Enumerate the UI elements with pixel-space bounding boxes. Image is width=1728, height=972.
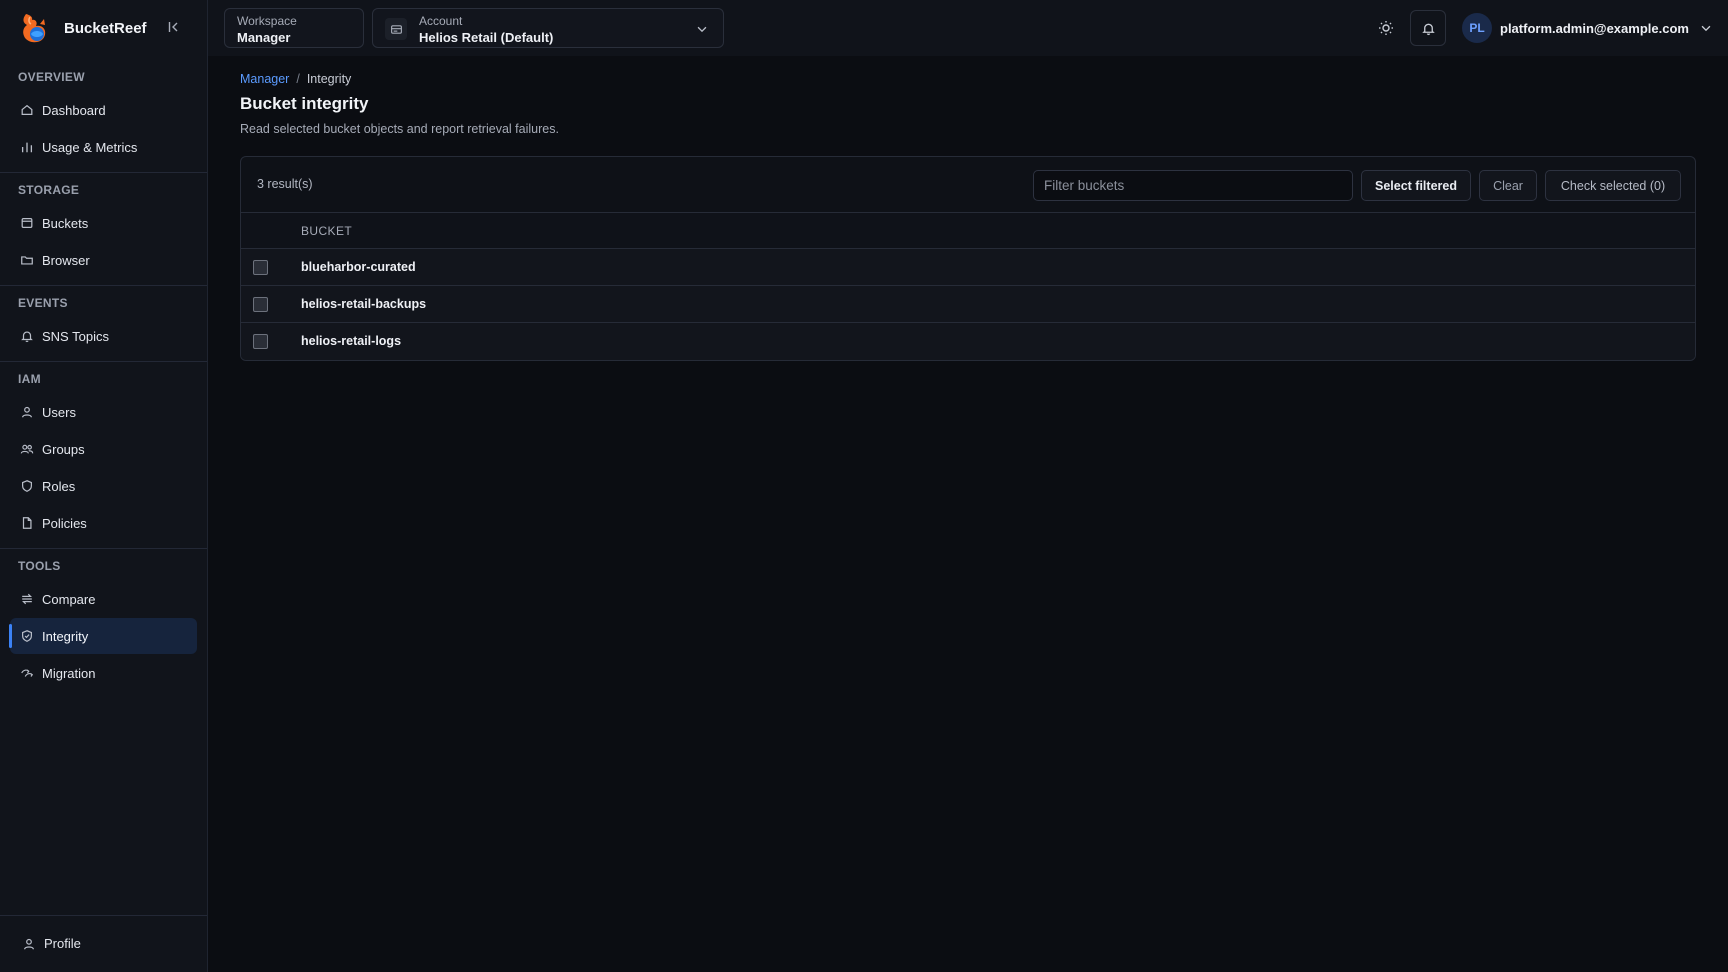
sidebar-item-buckets[interactable]: Buckets — [10, 205, 197, 241]
sun-icon[interactable] — [1376, 18, 1396, 38]
page-title: Bucket integrity — [240, 94, 369, 113]
compare-icon — [22, 593, 32, 605]
nav-section-overview: OVERVIEW Dashboard Usage & Metrics — [0, 60, 207, 172]
sidebar: BucketReef OVERVIEW Dashboard Usage & Me… — [0, 0, 208, 972]
account-icon — [385, 18, 407, 40]
user-icon — [22, 406, 32, 418]
avatar: PL — [1462, 13, 1492, 43]
collapse-sidebar-icon[interactable] — [166, 19, 182, 35]
column-header-bucket: BUCKET — [301, 224, 353, 238]
nav-section-tools: TOOLS Compare Integrity Migration — [0, 548, 207, 691]
user-icon — [24, 938, 34, 949]
bar-chart-icon — [21, 142, 33, 153]
sidebar-item-label: Users — [42, 404, 76, 420]
sidebar-item-groups[interactable]: Groups — [10, 431, 197, 467]
user-menu[interactable]: PL platform.admin@example.com — [1462, 12, 1713, 44]
row-checkbox[interactable] — [253, 297, 268, 312]
shield-check-icon — [22, 630, 32, 642]
sidebar-item-usage-metrics[interactable]: Usage & Metrics — [10, 129, 197, 165]
section-title: TOOLS — [18, 559, 61, 573]
nav-section-events: EVENTS SNS Topics — [0, 285, 207, 361]
bucketreef-logo-icon — [23, 14, 46, 43]
breadcrumb-current: Integrity — [306, 72, 352, 86]
select-filtered-button[interactable]: Select filtered — [1361, 170, 1471, 201]
sidebar-nav: OVERVIEW Dashboard Usage & Metrics STORA… — [0, 60, 207, 692]
sidebar-item-label: Buckets — [42, 215, 89, 231]
table-header: BUCKET — [241, 213, 1695, 249]
section-title: IAM — [18, 372, 41, 386]
table-row[interactable]: helios-retail-logs — [241, 323, 1695, 360]
bucket-name: helios-retail-logs — [301, 334, 402, 348]
brand[interactable]: BucketReef — [18, 10, 147, 46]
sidebar-item-dashboard[interactable]: Dashboard — [10, 92, 197, 128]
breadcrumb: Manager / Integrity — [240, 72, 351, 86]
table-row[interactable]: blueharbor-curated — [241, 249, 1695, 286]
workspace-select[interactable]: Workspace Manager — [224, 8, 364, 48]
sidebar-item-label: Integrity — [42, 628, 89, 644]
section-title: EVENTS — [18, 296, 68, 310]
shield-icon — [22, 480, 32, 492]
bell-icon — [1421, 23, 1435, 35]
breadcrumb-link-manager[interactable]: Manager — [240, 72, 289, 86]
sidebar-item-profile[interactable]: Profile — [20, 929, 83, 959]
row-checkbox[interactable] — [253, 334, 268, 349]
users-icon — [20, 444, 34, 454]
clear-button[interactable]: Clear — [1479, 170, 1537, 201]
row-checkbox[interactable] — [253, 260, 268, 275]
workspace-value: Manager — [237, 30, 291, 45]
result-count: 3 result(s) — [257, 177, 313, 191]
sidebar-item-users[interactable]: Users — [10, 394, 197, 430]
breadcrumb-separator: / — [296, 72, 300, 86]
account-value: Helios Retail (Default) — [419, 30, 554, 45]
section-title: STORAGE — [18, 183, 80, 197]
user-email: platform.admin@example.com — [1500, 20, 1689, 36]
sidebar-item-compare[interactable]: Compare — [10, 581, 197, 617]
sidebar-footer: Profile — [0, 915, 207, 972]
sidebar-item-label: Compare — [42, 591, 96, 607]
folder-icon — [21, 256, 33, 265]
nav-section-storage: STORAGE Buckets Browser — [0, 172, 207, 285]
sidebar-item-label: Browser — [42, 252, 90, 268]
sidebar-item-sns-topics[interactable]: SNS Topics — [10, 318, 197, 354]
bucket-table: BUCKET blueharbor-curated helios-retail-… — [241, 213, 1695, 360]
bucket-integrity-panel: 3 result(s) Select filtered Clear Check … — [240, 156, 1696, 361]
sidebar-item-label: SNS Topics — [42, 328, 109, 344]
sidebar-item-migration[interactable]: Migration — [10, 655, 197, 691]
sidebar-item-policies[interactable]: Policies — [10, 505, 197, 541]
panel-toolbar: 3 result(s) Select filtered Clear Check … — [241, 157, 1695, 213]
account-label: Account — [419, 14, 463, 28]
sidebar-item-label: Roles — [42, 478, 76, 494]
chevron-down-icon — [1701, 25, 1711, 32]
sidebar-item-integrity[interactable]: Integrity — [9, 618, 197, 654]
bell-icon — [21, 331, 33, 343]
sidebar-item-roles[interactable]: Roles — [10, 468, 197, 504]
sidebar-item-browser[interactable]: Browser — [10, 242, 197, 278]
migration-icon — [21, 669, 34, 677]
bucket-name: helios-retail-backups — [301, 297, 427, 311]
chevron-down-icon — [697, 26, 707, 33]
page-description: Read selected bucket objects and report … — [240, 122, 559, 136]
sidebar-item-label: Migration — [42, 665, 96, 681]
file-icon — [22, 517, 32, 529]
topbar: Workspace Manager Account Helios Retail … — [208, 0, 1728, 56]
table-row[interactable]: helios-retail-backups — [241, 286, 1695, 323]
check-selected-button[interactable]: Check selected (0) — [1545, 170, 1681, 201]
filter-buckets-input[interactable] — [1033, 170, 1353, 201]
nav-section-iam: IAM Users Groups Roles Policies — [0, 361, 207, 548]
sidebar-item-label: Usage & Metrics — [42, 139, 138, 155]
workspace-label: Workspace — [237, 14, 297, 28]
sidebar-item-label: Dashboard — [42, 102, 106, 118]
account-select[interactable]: Account Helios Retail (Default) — [372, 8, 724, 48]
sidebar-item-label: Policies — [42, 515, 87, 531]
brand-name: BucketReef — [64, 19, 147, 37]
home-icon — [21, 104, 33, 115]
notifications-button[interactable] — [1410, 10, 1446, 46]
sidebar-item-label: Profile — [44, 936, 81, 951]
bucket-name: blueharbor-curated — [301, 260, 416, 274]
bucket-icon — [21, 218, 33, 228]
sidebar-item-label: Groups — [42, 441, 85, 457]
section-title: OVERVIEW — [18, 70, 85, 84]
